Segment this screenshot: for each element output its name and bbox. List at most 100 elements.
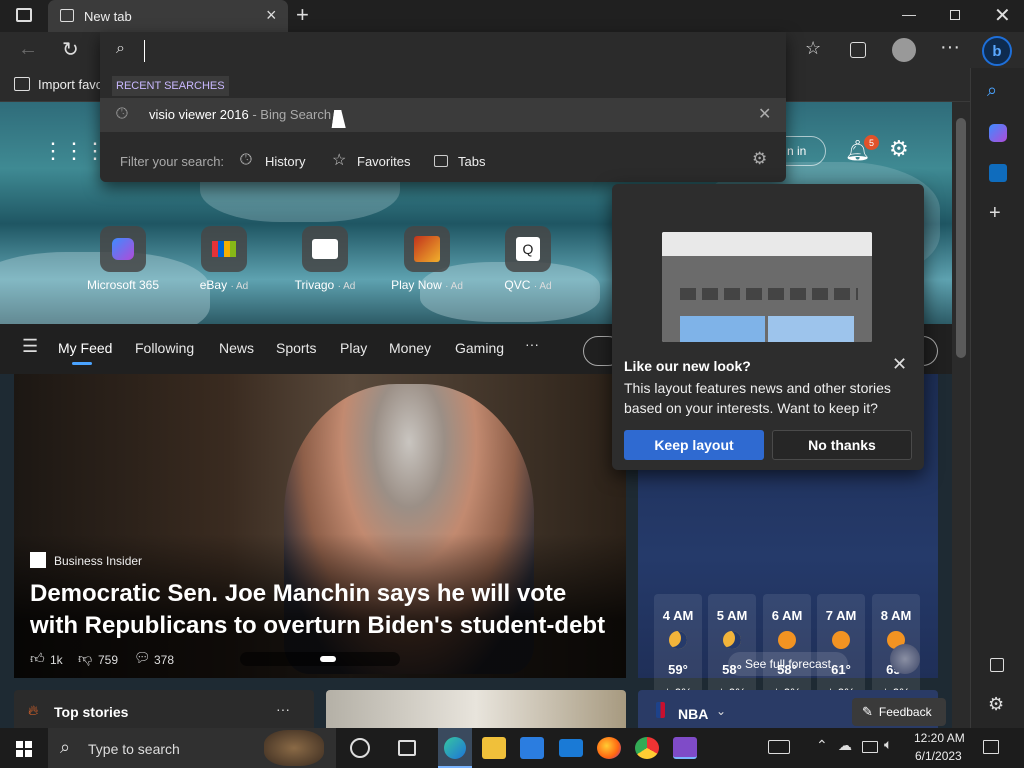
firefox-icon[interactable] [597, 737, 621, 759]
search-highlight-image [264, 730, 324, 766]
filter-favorites-button[interactable]: Favorites [357, 154, 410, 169]
filter-tabs-button[interactable]: Tabs [458, 154, 485, 169]
sign-in-label: n in [787, 144, 807, 158]
quicklink-microsoft365[interactable] [100, 226, 146, 272]
restore-button[interactable] [950, 10, 960, 20]
comment-count: 378 [154, 653, 175, 667]
publisher-logo [30, 552, 46, 568]
quicklink-playnow[interactable] [404, 226, 450, 272]
recent-search-item[interactable]: 🕓︎ visio viewer 2016 - Bing Search ✕ [100, 98, 786, 132]
cortana-icon[interactable] [350, 738, 370, 758]
close-tab-icon[interactable]: × [266, 5, 277, 26]
ebay-logo-icon [212, 241, 236, 257]
quicklink-ebay[interactable] [201, 226, 247, 272]
trivago-logo-icon [312, 239, 338, 259]
comment-icon[interactable]: 💬︎ [134, 650, 151, 666]
quicklink-label: Microsoft 365 [86, 278, 160, 292]
dislike-count: 759 [98, 653, 119, 667]
tab-news[interactable]: News [219, 340, 254, 356]
story-headline[interactable]: Democratic Sen. Joe Manchin says he will… [30, 578, 610, 642]
quicklink-qvc[interactable]: Q [505, 226, 551, 272]
new-tab-button[interactable]: + [296, 2, 309, 28]
tab-more[interactable]: ··· [525, 336, 539, 352]
keyboard-icon[interactable] [768, 740, 790, 754]
popup-close-icon[interactable]: ✕ [892, 354, 907, 375]
import-favorites-icon [14, 77, 30, 91]
top-stories-title: Top stories [54, 704, 129, 720]
apps-launcher-icon[interactable]: ⋮⋮⋮ [42, 138, 106, 164]
mail-icon[interactable] [559, 739, 583, 757]
qvc-logo-icon: Q [516, 237, 540, 261]
main-story-card[interactable]: Business Insider Democratic Sen. Joe Man… [14, 374, 626, 678]
tab-new-tab[interactable]: New tab × [48, 0, 288, 32]
bing-chat-button[interactable]: b [982, 36, 1012, 66]
filter-history-button[interactable]: History [265, 154, 305, 169]
top-stories-more-icon[interactable]: ··· [276, 701, 290, 717]
sidebar-settings-icon[interactable]: ⚙ [988, 694, 1004, 715]
volume-icon[interactable]: 🔈︎ [884, 736, 892, 753]
profile-avatar[interactable] [892, 38, 916, 62]
collections-button[interactable] [850, 42, 866, 58]
taskbar-search-placeholder: Type to search [88, 741, 180, 757]
microsoft-store-icon[interactable] [520, 737, 544, 759]
clock-time[interactable]: 12:20 AM [914, 731, 965, 745]
page-scrollbar[interactable] [952, 102, 970, 728]
keep-layout-button[interactable]: Keep layout [624, 430, 764, 460]
clock-date[interactable]: 6/1/2023 [915, 749, 962, 763]
tab-my-feed[interactable]: My Feed [58, 340, 112, 356]
edge-taskbar-icon[interactable] [438, 728, 472, 768]
secondary-story-card[interactable] [326, 690, 626, 728]
page-settings-gear-icon[interactable]: ⚙ [889, 136, 909, 162]
file-explorer-icon[interactable] [482, 737, 506, 759]
show-hidden-icons-icon[interactable]: ⌃ [816, 737, 828, 754]
popup-body: This layout features news and other stor… [624, 380, 891, 416]
notifications-center-icon[interactable] [983, 740, 999, 754]
network-icon[interactable] [862, 741, 878, 753]
tab-following[interactable]: Following [135, 340, 194, 356]
back-button[interactable]: ← [18, 38, 38, 61]
weather-tray-icon[interactable]: ☁ [838, 737, 852, 754]
refresh-button[interactable]: ↻ [62, 37, 79, 62]
sidebar-add-icon[interactable]: + [989, 202, 1001, 225]
scrollbar-thumb[interactable] [956, 118, 966, 358]
nba-chevron-down-icon[interactable]: ⌄ [716, 704, 726, 718]
carousel-pager[interactable] [240, 652, 400, 666]
favorites-star-button[interactable]: ☆ [805, 38, 821, 59]
weather-map-thumb-icon[interactable] [890, 644, 920, 674]
tab-play[interactable]: Play [340, 340, 367, 356]
sidebar-outlook-icon[interactable] [989, 164, 1007, 182]
taskbar-search-box[interactable]: ⌕ Type to search [48, 728, 336, 768]
quicklink-trivago[interactable] [302, 226, 348, 272]
tab-sports[interactable]: Sports [276, 340, 316, 356]
chrome-icon[interactable] [635, 737, 659, 759]
settings-more-button[interactable]: ··· [940, 36, 960, 59]
visual-studio-icon[interactable] [673, 737, 697, 759]
windows-start-icon[interactable] [16, 741, 32, 757]
feedback-button[interactable]: ✎ Feedback [852, 698, 946, 726]
sidebar-search-icon[interactable]: ⌕ [987, 80, 997, 101]
address-input[interactable] [144, 40, 764, 62]
import-favorites-link[interactable]: Import favo [38, 77, 103, 92]
dislike-icon[interactable]: 👎︎ [78, 650, 92, 667]
remove-suggestion-icon[interactable]: ✕ [758, 104, 771, 124]
sidebar-split-icon[interactable] [990, 658, 1004, 672]
tab-money[interactable]: Money [389, 340, 431, 356]
recent-searches-heading: RECENT SEARCHES [112, 76, 229, 96]
top-stories-card[interactable]: 🔥︎ Top stories ··· [14, 690, 314, 728]
task-view-icon[interactable] [398, 740, 416, 756]
no-thanks-button[interactable]: No thanks [772, 430, 912, 460]
top-stories-flame-icon: 🔥︎ [28, 702, 39, 718]
carousel-active-dot [320, 656, 336, 662]
sidebar-copilot-icon[interactable] [989, 124, 1007, 142]
tab-actions-icon[interactable] [16, 8, 32, 22]
like-icon[interactable]: 👍︎ [30, 650, 45, 667]
filter-label: Filter your search: [120, 154, 225, 169]
popup-title: Like our new look? [624, 358, 751, 374]
filter-settings-gear-icon[interactable]: ⚙ [752, 149, 767, 169]
see-full-forecast-button[interactable]: See full forecast [728, 652, 848, 676]
close-window-button[interactable]: ✕ [994, 3, 1011, 28]
minimize-button[interactable]: — [902, 6, 916, 22]
address-search-icon: ⌕ [116, 40, 125, 57]
tab-gaming[interactable]: Gaming [455, 340, 504, 356]
feed-menu-icon[interactable]: ☰ [22, 336, 38, 357]
